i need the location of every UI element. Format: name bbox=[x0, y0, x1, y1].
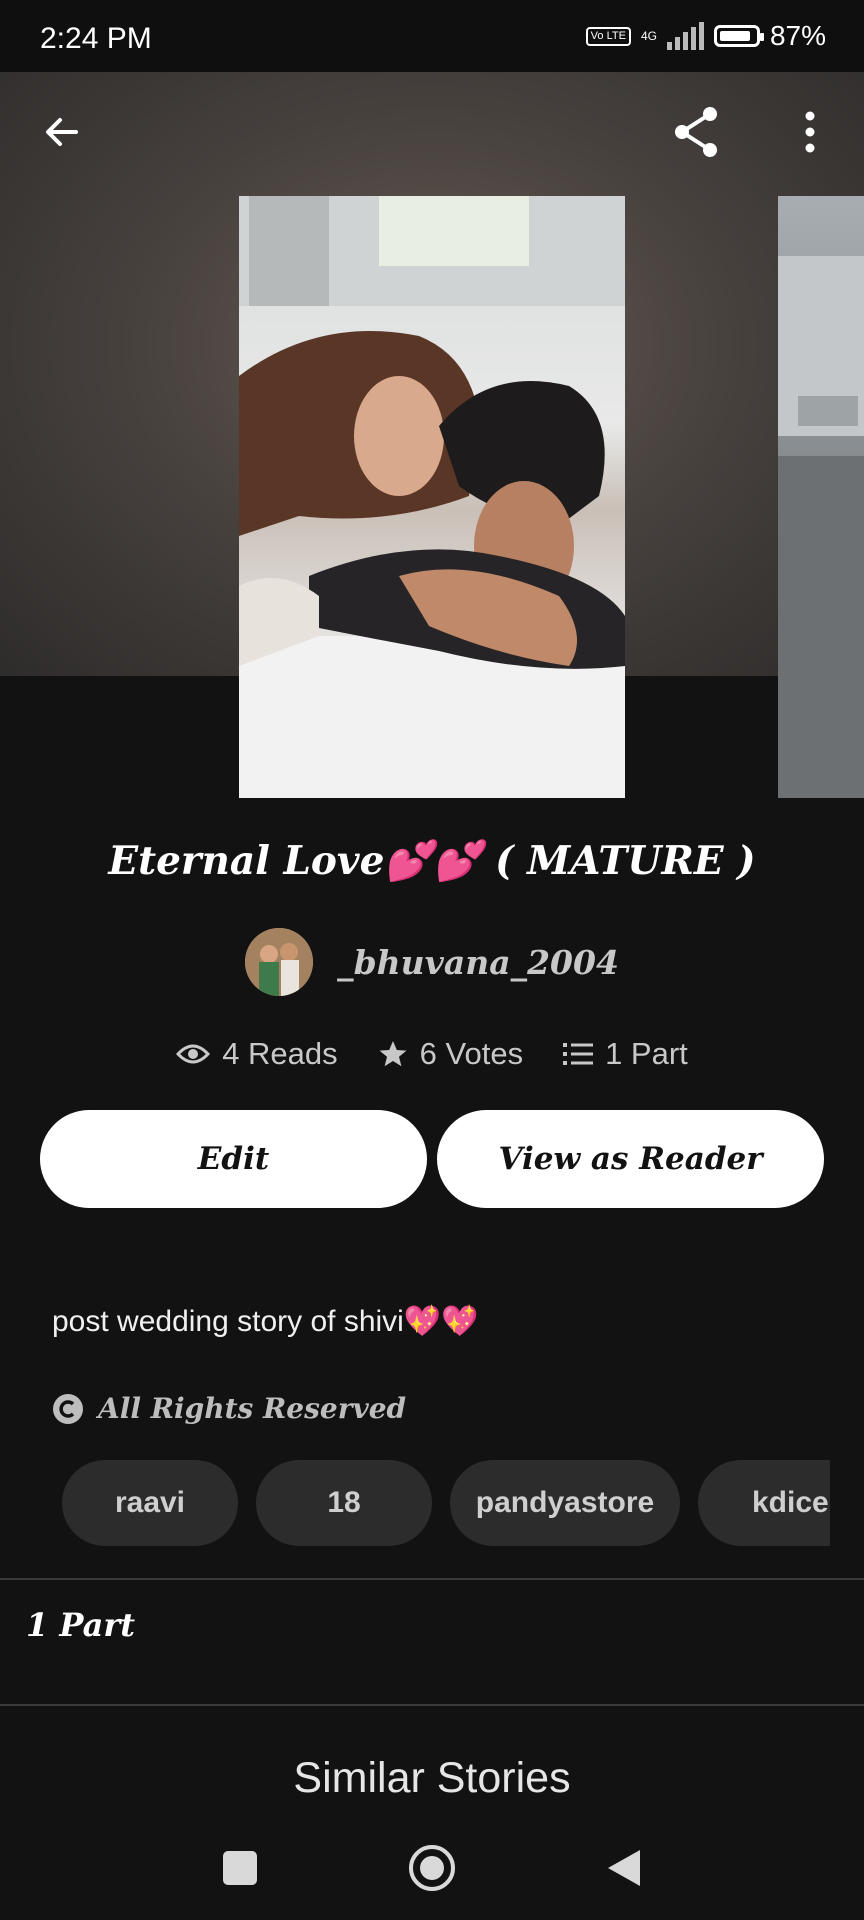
divider bbox=[0, 1578, 864, 1580]
square-icon bbox=[223, 1850, 257, 1885]
more-vertical-icon bbox=[805, 111, 815, 153]
divider bbox=[0, 1704, 864, 1706]
nav-back-button[interactable] bbox=[606, 1848, 642, 1893]
tag-chip[interactable]: pandyastore bbox=[450, 1460, 680, 1546]
network-type: 4G bbox=[640, 29, 657, 43]
story-stats: 4 Reads 6 Votes 1 Part bbox=[0, 1036, 864, 1072]
copyright-icon bbox=[53, 1393, 83, 1424]
home-button[interactable] bbox=[408, 1844, 456, 1897]
tag-chip[interactable]: kdice bbox=[698, 1460, 830, 1546]
back-button[interactable] bbox=[30, 100, 94, 164]
story-cover-image[interactable] bbox=[239, 196, 625, 798]
cover-photo bbox=[239, 196, 625, 798]
circle-home-icon bbox=[409, 1844, 455, 1891]
signal-icon bbox=[666, 22, 704, 50]
tag-chip[interactable]: 18 bbox=[256, 1460, 432, 1546]
triangle-back-icon bbox=[608, 1849, 640, 1886]
parts-stat: 1 Part bbox=[563, 1036, 688, 1072]
next-story-cover[interactable] bbox=[778, 196, 864, 798]
votes-count: 6 Votes bbox=[419, 1036, 524, 1071]
similar-stories-heading: Similar Stories bbox=[293, 1754, 571, 1802]
parts-section-title[interactable]: 1 Part bbox=[26, 1606, 135, 1644]
network-indicator: 4G bbox=[641, 30, 657, 42]
reads-stat: 4 Reads bbox=[176, 1036, 338, 1072]
status-bar: 2:24 PM Vo LTE 4G 87% bbox=[0, 0, 864, 72]
volte-icon: Vo LTE bbox=[585, 26, 631, 46]
copyright-row: All Rights Reserved bbox=[52, 1392, 406, 1425]
author-row[interactable]: _bhuvana_2004 bbox=[0, 928, 864, 996]
share-icon bbox=[675, 107, 717, 157]
more-options-button[interactable] bbox=[778, 100, 842, 164]
eye-icon bbox=[176, 1044, 211, 1064]
status-time: 2:24 PM bbox=[40, 22, 152, 55]
status-indicators: Vo LTE 4G 87% bbox=[585, 20, 826, 52]
author-name[interactable]: _bhuvana_2004 bbox=[337, 943, 619, 982]
system-nav-bar bbox=[0, 1820, 864, 1920]
tag-list: raavi 18 pandyastore kdice bbox=[62, 1460, 830, 1546]
star-icon bbox=[379, 1041, 407, 1067]
story-description: post wedding story of shivi💖💖 bbox=[52, 1305, 479, 1338]
view-as-reader-button[interactable]: View as Reader bbox=[437, 1110, 824, 1208]
avatar[interactable] bbox=[245, 928, 314, 996]
tag-chip[interactable]: raavi bbox=[62, 1460, 238, 1546]
share-button[interactable] bbox=[664, 100, 728, 164]
story-title: Eternal Love💕💕 ( MATURE ) bbox=[108, 838, 756, 884]
battery-icon bbox=[713, 25, 764, 47]
list-icon bbox=[563, 1043, 594, 1065]
next-cover-photo bbox=[778, 256, 864, 798]
votes-stat: 6 Votes bbox=[378, 1036, 523, 1072]
rights-label: All Rights Reserved bbox=[98, 1392, 407, 1425]
edit-button[interactable]: Edit bbox=[40, 1110, 427, 1208]
parts-count: 1 Part bbox=[605, 1036, 688, 1071]
arrow-left-icon bbox=[46, 118, 78, 146]
battery-percent: 87% bbox=[769, 20, 826, 51]
recents-button[interactable] bbox=[222, 1850, 258, 1891]
reads-count: 4 Reads bbox=[222, 1036, 338, 1071]
